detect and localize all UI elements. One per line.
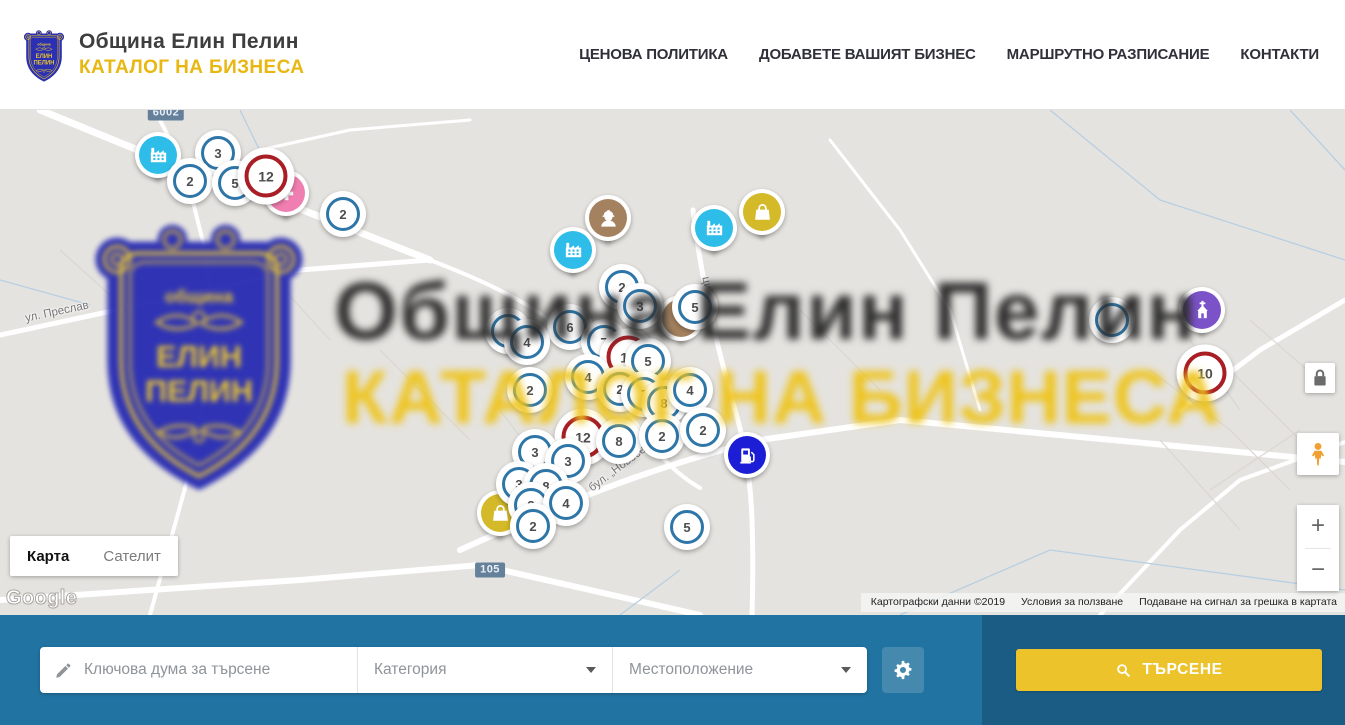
attribution-terms-link[interactable]: Условия за ползване (1021, 596, 1123, 608)
map-pin-fuel[interactable] (724, 432, 770, 478)
zoom-out-button[interactable]: − (1297, 549, 1339, 592)
cluster-count: 2 (513, 373, 547, 407)
street-view-pegman-control[interactable] (1297, 433, 1339, 475)
map-pin-factory[interactable] (691, 205, 737, 251)
map-cluster[interactable]: 5 (672, 284, 718, 330)
search-icon (1115, 662, 1132, 679)
map-pin-church[interactable] (1179, 287, 1225, 333)
map-cluster[interactable]: 8 (596, 418, 642, 464)
pencil-icon (54, 661, 73, 680)
zoom-control: + − (1297, 505, 1339, 591)
cluster-count: 8 (602, 424, 636, 458)
factory-icon (554, 231, 592, 269)
pegman-icon (1305, 441, 1331, 467)
attribution-copyright: Картографски данни ©2019 (871, 596, 1005, 608)
google-logo[interactable]: Google (6, 587, 77, 610)
location-select-value: Местоположение (629, 661, 753, 679)
cluster-count: 2 (686, 413, 720, 447)
page: община ЕЛИН ПЕЛИН Община Елин Пелин КАТА… (0, 0, 1345, 725)
site-title: Община Елин Пелин (79, 30, 304, 54)
google-map[interactable]: 6002105ул. Преславбул. „Новоселци“ (0, 110, 1345, 615)
main-nav: ЦЕНОВА ПОЛИТИКА ДОБАВЕТЕ ВАШИЯТ БИЗНЕС М… (579, 46, 1319, 63)
cluster-count: 5 (670, 510, 704, 544)
cluster-count: 4 (673, 373, 707, 407)
chevron-down-icon (586, 667, 596, 673)
nav-contacts[interactable]: КОНТАКТИ (1240, 46, 1319, 63)
map-cluster[interactable]: 2 (639, 413, 685, 459)
keyword-field-wrap (40, 647, 357, 693)
cluster-count: 5 (678, 290, 712, 324)
cluster-count: 2 (326, 197, 360, 231)
map-cluster[interactable]: 2 (167, 158, 213, 204)
pin-body (550, 227, 596, 273)
pin-body (1179, 287, 1225, 333)
gear-icon (892, 659, 914, 681)
map-cluster[interactable]: 4 (667, 367, 713, 413)
padlock-icon (1305, 363, 1335, 393)
map-cluster[interactable]: 2 (320, 191, 366, 237)
advanced-search-button[interactable] (882, 647, 924, 693)
bag-icon (743, 193, 781, 231)
map-pin-factory[interactable] (550, 227, 596, 273)
map-cluster[interactable]: 10 (1177, 345, 1234, 402)
nav-add-business[interactable]: ДОБАВЕТЕ ВАШИЯТ БИЗНЕС (759, 46, 976, 63)
cluster-count: 2 (173, 164, 207, 198)
cluster-count: 12 (245, 155, 288, 198)
chevron-down-icon (841, 667, 851, 673)
map-cluster[interactable]: 5 (664, 504, 710, 550)
municipality-crest-icon: община ЕЛИН ПЕЛИН (22, 26, 66, 84)
site-logo[interactable]: община ЕЛИН ПЕЛИН Община Елин Пелин КАТА… (22, 26, 304, 84)
attribution-report-link[interactable]: Подаване на сигнал за грешка в картата (1139, 596, 1337, 608)
cluster-count: 4 (510, 325, 544, 359)
header: община ЕЛИН ПЕЛИН Община Елин Пелин КАТА… (0, 0, 1345, 110)
cluster-count (1095, 303, 1129, 337)
zoom-in-button[interactable]: + (1297, 505, 1339, 548)
map-type-map-button[interactable]: Карта (10, 536, 86, 576)
pin-body (739, 189, 785, 235)
church-icon (1183, 291, 1221, 329)
map-cluster[interactable] (1089, 297, 1135, 343)
street-view-lock-control[interactable] (1305, 363, 1335, 393)
svg-text:община: община (37, 42, 50, 46)
map-cluster[interactable]: 2 (510, 503, 556, 549)
site-subtitle: КАТАЛОГ НА БИЗНЕСА (79, 57, 304, 79)
nav-pricing[interactable]: ЦЕНОВА ПОЛИТИКА (579, 46, 728, 63)
search-fields-group: Категория Местоположение (40, 647, 867, 693)
map-attribution: Картографски данни ©2019 Условия за полз… (861, 593, 1345, 612)
cluster-count: 10 (1184, 352, 1227, 395)
road-number-label: 105 (475, 563, 505, 578)
category-select-value: Категория (374, 661, 446, 679)
brand-text: Община Елин Пелин КАТАЛОГ НА БИЗНЕСА (79, 30, 304, 79)
map-cluster[interactable]: 12 (238, 148, 295, 205)
svg-text:ЕЛИН: ЕЛИН (36, 53, 53, 59)
cluster-count: 2 (645, 419, 679, 453)
svg-text:ПЕЛИН: ПЕЛИН (34, 60, 55, 66)
pin-body (724, 432, 770, 478)
map-cluster[interactable]: 3 (617, 283, 663, 329)
cluster-count: 2 (516, 509, 550, 543)
pin-body (691, 205, 737, 251)
search-bar: Категория Местоположение ТЪРСЕНЕ (0, 615, 1345, 725)
cluster-count: 3 (623, 289, 657, 323)
factory-icon (695, 209, 733, 247)
map-pin-bag[interactable] (739, 189, 785, 235)
map-cluster[interactable]: 2 (507, 367, 553, 413)
cluster-count: 4 (549, 486, 583, 520)
location-select[interactable]: Местоположение (612, 647, 867, 693)
nav-route-schedule[interactable]: МАРШРУТНО РАЗПИСАНИЕ (1007, 46, 1210, 63)
map-type-satellite-button[interactable]: Сателит (86, 536, 178, 576)
fuel-icon (728, 436, 766, 474)
search-submit-button[interactable]: ТЪРСЕНЕ (1016, 649, 1322, 691)
search-button-label: ТЪРСЕНЕ (1142, 661, 1222, 679)
road-number-label: 6002 (148, 110, 184, 121)
map-cluster[interactable]: 4 (504, 319, 550, 365)
map-cluster[interactable]: 2 (680, 407, 726, 453)
map-type-control: Карта Сателит (10, 536, 178, 576)
keyword-search-input[interactable] (84, 661, 343, 679)
category-select[interactable]: Категория (357, 647, 612, 693)
